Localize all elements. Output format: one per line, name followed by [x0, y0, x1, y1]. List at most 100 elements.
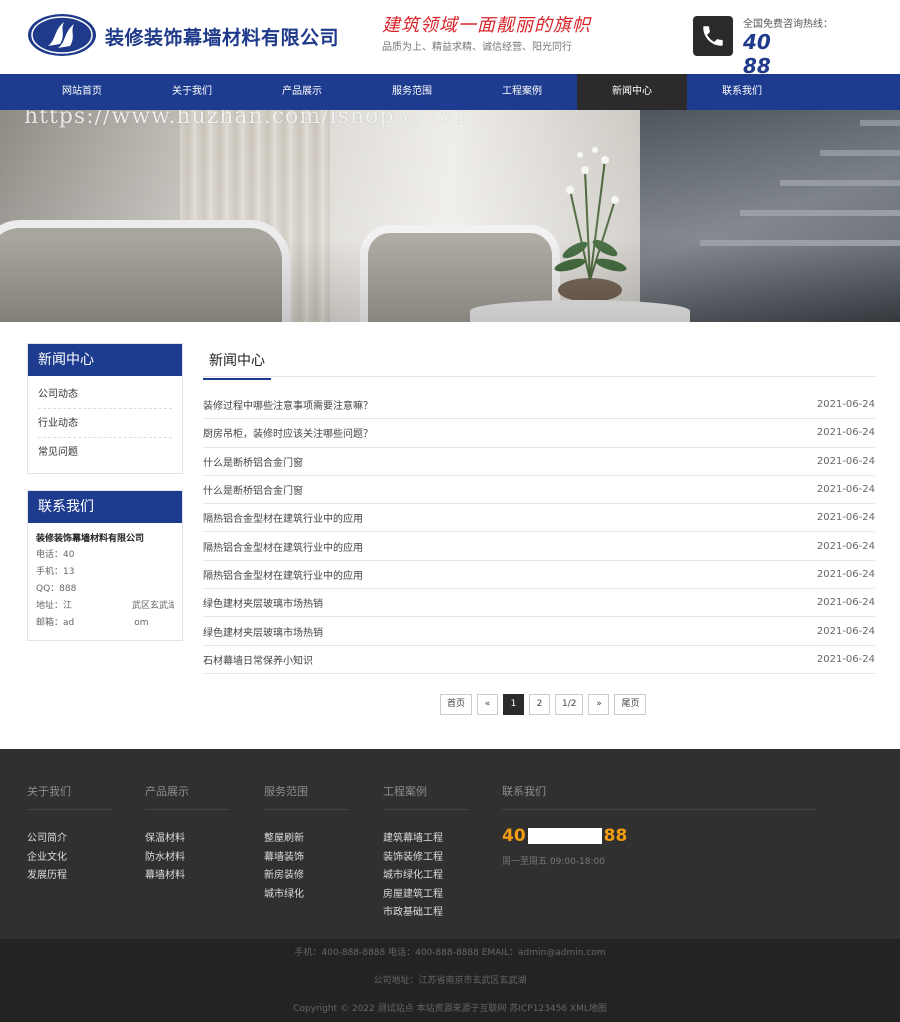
page-title: 新闻中心	[203, 350, 271, 380]
footer-link[interactable]: 保温材料	[145, 830, 230, 849]
news-item[interactable]: 隔热铝合金型材在建筑行业中的应用 2021-06-24	[203, 532, 875, 561]
footer-link[interactable]: 幕墙材料	[145, 867, 230, 886]
news-date: 2021-06-24	[816, 540, 875, 552]
pager-info: 1/2	[555, 694, 584, 715]
news-item[interactable]: 绿色建材夹层玻璃市场热销 2021-06-24	[203, 617, 875, 646]
news-title[interactable]: 什么是断桥铝合金门窗	[203, 482, 303, 497]
footer-link[interactable]: 城市绿化	[264, 886, 349, 905]
nav-item-cases[interactable]: 工程案例	[467, 74, 577, 110]
footer-link[interactable]: 城市绿化工程	[383, 867, 468, 886]
news-date: 2021-06-24	[816, 484, 875, 496]
news-date: 2021-06-24	[816, 427, 875, 439]
news-title[interactable]: 绿色建材夹层玻璃市场热销	[203, 595, 323, 610]
contact-mobile: 手机：13	[36, 567, 75, 577]
main-nav: 网站首页 关于我们 产品展示 服务范围 工程案例 新闻中心 联系我们	[0, 74, 900, 110]
news-title[interactable]: 隔热铝合金型材在建筑行业中的应用	[203, 510, 363, 525]
footer-link[interactable]: 幕墙装饰	[264, 849, 349, 868]
nav-item-home[interactable]: 网站首页	[27, 74, 137, 110]
news-item[interactable]: 隔热铝合金型材在建筑行业中的应用 2021-06-24	[203, 504, 875, 533]
footer-col-cases: 工程案例 建筑幕墙工程 装饰装修工程 城市绿化工程 房屋建筑工程 市政基础工程	[383, 783, 468, 923]
site-header: 装修装饰幕墙材料有限公司 建筑领域一面靓丽的旗帜 品质为上、精益求精、诚信经营、…	[0, 0, 900, 78]
slogan-sub: 品质为上、精益求精、诚信经营、阳光同行	[382, 42, 572, 53]
main-content-area: 新闻中心 公司动态 行业动态 常见问题 联系我们 装修装饰幕墙材料有限公司 电话…	[0, 322, 900, 749]
pagination: 首页 « 1 2 1/2 » 尾页	[440, 694, 647, 715]
contact-address: 地址：江 武区玄武湖	[36, 601, 174, 611]
watermark-text: https://www.huzhan.com/ishop33781	[24, 110, 470, 129]
news-content: 新闻中心 装修过程中哪些注意事项需要注意嘛？ 2021-06-24 厨房吊柜，装修时…	[203, 342, 875, 674]
pager-first-button[interactable]: 首页	[440, 694, 472, 715]
news-item[interactable]: 绿色建材夹层玻璃市场热销 2021-06-24	[203, 589, 875, 618]
contact-phone: 电话：40	[36, 550, 75, 560]
sidebar-contact-title: 联系我们	[28, 491, 182, 523]
phone-icon	[693, 16, 733, 56]
hotline-number: 4088	[743, 30, 883, 78]
news-title[interactable]: 什么是断桥铝合金门窗	[203, 454, 303, 469]
news-title[interactable]: 石材幕墙日常保养小知识	[203, 652, 313, 667]
slogan-main: 建筑领域一面靓丽的旗帜	[382, 15, 591, 36]
category-item-faq[interactable]: 常见问题	[38, 438, 172, 467]
footer-col-services: 服务范围 整屋刷新 幕墙装饰 新房装修 城市绿化	[264, 783, 349, 904]
footer-links: 关于我们 公司简介 企业文化 发展历程 产品展示 保温材料 防水材料 幕墙材料 …	[0, 749, 900, 939]
footer-link[interactable]: 装饰装修工程	[383, 849, 468, 868]
footer-col-contact: 联系我们 40 88 周一至周五 09:00-18:00	[502, 783, 817, 867]
pager-page-2[interactable]: 2	[529, 694, 550, 715]
footer-link[interactable]: 房屋建筑工程	[383, 886, 468, 905]
footer-address-line: 公司地址：江苏省南京市玄武区玄武湖	[373, 976, 527, 986]
footer-link[interactable]: 整屋刷新	[264, 830, 349, 849]
footer-link[interactable]: 发展历程	[27, 867, 112, 886]
news-item[interactable]: 装修过程中哪些注意事项需要注意嘛？ 2021-06-24	[203, 391, 875, 420]
hotline-number-start: 40	[743, 30, 771, 54]
footer-col-title: 关于我们	[27, 783, 112, 810]
footer-link[interactable]: 市政基础工程	[383, 904, 468, 923]
news-title[interactable]: 装修过程中哪些注意事项需要注意嘛？	[203, 397, 373, 412]
footer-copyright-line: Copyright © 2022 测试站点 本站资源来源于互联网 苏ICP123…	[293, 1004, 607, 1014]
nav-item-services[interactable]: 服务范围	[357, 74, 467, 110]
pager-last-button[interactable]: 尾页	[614, 694, 647, 715]
news-date: 2021-06-24	[816, 597, 875, 609]
content-header: 新闻中心	[203, 342, 875, 380]
news-list: 装修过程中哪些注意事项需要注意嘛？ 2021-06-24 厨房吊柜，装修时应该关注哪…	[203, 391, 875, 674]
footer-phone: 40 88	[502, 826, 628, 846]
news-item[interactable]: 隔热铝合金型材在建筑行业中的应用 2021-06-24	[203, 561, 875, 590]
news-title[interactable]: 绿色建材夹层玻璃市场热销	[203, 624, 323, 639]
news-date: 2021-06-24	[816, 455, 875, 467]
footer-col-about: 关于我们 公司简介 企业文化 发展历程	[27, 783, 112, 886]
news-title[interactable]: 隔热铝合金型材在建筑行业中的应用	[203, 567, 363, 582]
footer-col-title: 工程案例	[383, 783, 468, 810]
footer-contact-line: 手机：400-888-8888 电话：400-888-8888 EMAIL：ad…	[294, 948, 606, 958]
footer-link[interactable]: 新房装修	[264, 867, 349, 886]
news-item[interactable]: 什么是断桥铝合金门窗 2021-06-24	[203, 448, 875, 476]
news-item[interactable]: 厨房吊柜，装修时应该关注哪些问题？ 2021-06-24	[203, 419, 875, 448]
news-title[interactable]: 隔热铝合金型材在建筑行业中的应用	[203, 539, 363, 554]
news-title[interactable]: 厨房吊柜，装修时应该关注哪些问题？	[203, 425, 373, 440]
footer-link[interactable]: 建筑幕墙工程	[383, 830, 468, 849]
company-logo[interactable]	[26, 12, 98, 58]
nav-item-news[interactable]: 新闻中心	[577, 74, 687, 110]
sidebar-contact-box: 联系我们 装修装饰幕墙材料有限公司 电话：40 手机：13 QQ：888 地址：…	[27, 490, 183, 641]
footer-col-title: 联系我们	[502, 783, 817, 810]
hero-banner: https://www.huzhan.com/ishop33781	[0, 110, 900, 322]
footer-hours: 周一至周五 09:00-18:00	[502, 857, 605, 867]
nav-item-about[interactable]: 关于我们	[137, 74, 247, 110]
category-item-industry[interactable]: 行业动态	[38, 409, 172, 438]
nav-item-products[interactable]: 产品展示	[247, 74, 357, 110]
contact-info: 装修装饰幕墙材料有限公司 电话：40 手机：13 QQ：888 地址：江 武区玄武…	[28, 523, 182, 640]
hotline-number-end: 88	[743, 54, 771, 78]
category-item-company[interactable]: 公司动态	[38, 380, 172, 409]
footer-col-title: 服务范围	[264, 783, 349, 810]
footer-link[interactable]: 公司简介	[27, 830, 112, 849]
footer-link[interactable]: 企业文化	[27, 849, 112, 868]
news-item[interactable]: 什么是断桥铝合金门窗 2021-06-24	[203, 476, 875, 505]
pager-prev-button[interactable]: «	[477, 694, 498, 715]
contact-qq: QQ：888	[36, 584, 77, 594]
nav-item-contact[interactable]: 联系我们	[687, 74, 797, 110]
news-date: 2021-06-24	[816, 568, 875, 580]
news-date: 2021-06-24	[816, 653, 875, 665]
footer-link[interactable]: 防水材料	[145, 849, 230, 868]
pager-page-1[interactable]: 1	[503, 694, 524, 715]
sidebar-news-box: 新闻中心 公司动态 行业动态 常见问题	[27, 343, 183, 474]
news-date: 2021-06-24	[816, 625, 875, 637]
pager-next-button[interactable]: »	[588, 694, 610, 715]
news-item[interactable]: 石材幕墙日常保养小知识 2021-06-24	[203, 646, 875, 674]
contact-email: 邮箱：ad om	[36, 618, 149, 628]
